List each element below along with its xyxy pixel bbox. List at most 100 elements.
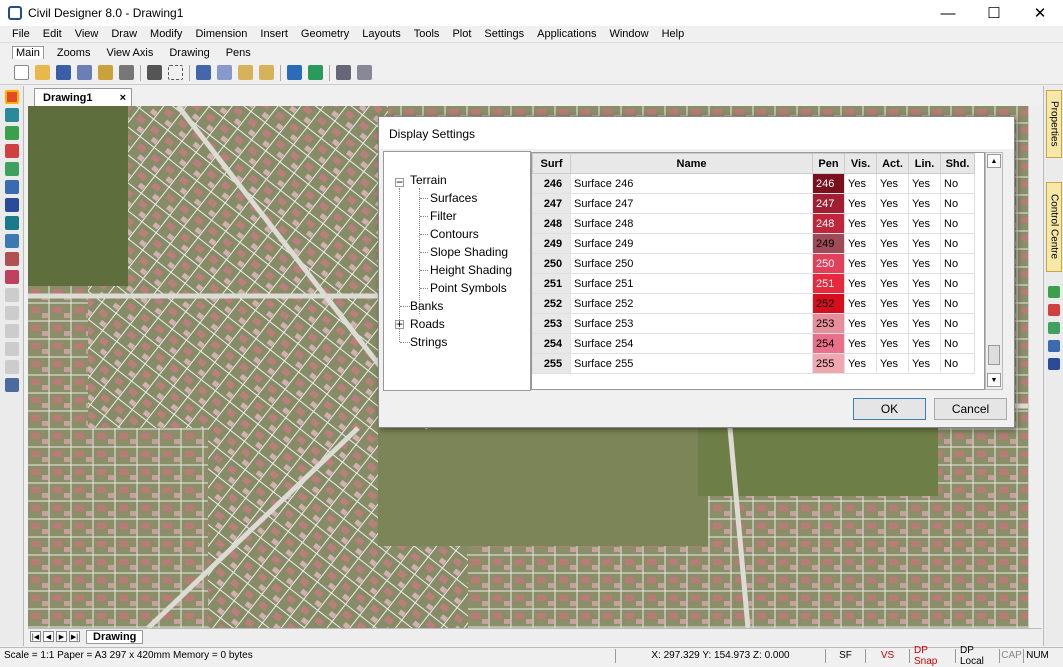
tree-item-point-symbols[interactable]: Point Symbols (430, 281, 507, 295)
open-folder-icon[interactable] (35, 65, 50, 80)
cell-shd[interactable]: No (940, 233, 975, 254)
triangle-green-icon[interactable] (1048, 322, 1060, 334)
cell-name[interactable]: Surface 250 (570, 253, 813, 274)
minimize-button[interactable]: — (925, 0, 971, 26)
cell-lin[interactable]: Yes (908, 233, 941, 254)
save-icon[interactable] (56, 65, 71, 80)
drawing-vertical-scrollbar[interactable] (1028, 106, 1042, 628)
cell-lin[interactable]: Yes (908, 193, 941, 214)
cell-vis[interactable]: Yes (844, 193, 877, 214)
ok-button[interactable]: OK (853, 398, 926, 420)
cell-name[interactable]: Surface 252 (570, 293, 813, 314)
select-icon[interactable] (168, 65, 183, 80)
cell-lin[interactable]: Yes (908, 273, 941, 294)
close-button[interactable]: ✕ (1017, 0, 1063, 26)
cell-lin[interactable]: Yes (908, 333, 941, 354)
cell-shd[interactable]: No (940, 273, 975, 294)
cell-lin[interactable]: Yes (908, 213, 941, 234)
layers-icon[interactable] (336, 65, 351, 80)
table-row[interactable]: 246 Surface 246 246 Yes Yes Yes No (532, 173, 975, 194)
cell-vis[interactable]: Yes (844, 273, 877, 294)
first-sheet-button[interactable]: |◀ (30, 631, 41, 642)
sheet-tab-drawing[interactable]: Drawing (86, 629, 144, 644)
maximize-button[interactable]: ☐ (971, 0, 1017, 26)
column-header-act[interactable]: Act. (876, 153, 909, 174)
cell-shd[interactable]: No (940, 313, 975, 334)
cell-name[interactable]: Surface 248 (570, 213, 813, 234)
cut-icon[interactable] (196, 65, 211, 80)
table-row[interactable]: 252 Surface 252 252 Yes Yes Yes No (532, 293, 975, 314)
cancel-button[interactable]: Cancel (934, 398, 1007, 420)
tree-item-slope-shading[interactable]: Slope Shading (430, 245, 508, 259)
cell-lin[interactable]: Yes (908, 313, 941, 334)
tree-item-strings[interactable]: Strings (410, 335, 447, 349)
red-triangle-icon[interactable] (5, 90, 19, 104)
copy-icon[interactable] (217, 65, 232, 80)
cell-vis[interactable]: Yes (844, 213, 877, 234)
menu-dimension[interactable]: Dimension (195, 28, 247, 40)
save-dwg-icon[interactable] (77, 65, 92, 80)
cell-pen[interactable]: 252 (812, 293, 845, 314)
cell-act[interactable]: Yes (876, 253, 909, 274)
redo-icon[interactable] (308, 65, 323, 80)
menu-help[interactable]: Help (662, 28, 685, 40)
status-vs[interactable]: VS (865, 648, 909, 663)
cell-vis[interactable]: Yes (844, 293, 877, 314)
cell-pen[interactable]: 253 (812, 313, 845, 334)
tree-item-height-shading[interactable]: Height Shading (430, 263, 512, 277)
triangle-green-icon[interactable] (5, 162, 19, 176)
cell-pen[interactable]: 251 (812, 273, 845, 294)
roads-icon[interactable] (5, 144, 19, 158)
cell-vis[interactable]: Yes (844, 313, 877, 334)
status-dp-snap[interactable]: DP Snap (909, 645, 955, 667)
paste-icon[interactable] (238, 65, 253, 80)
surface-icon[interactable] (5, 126, 19, 140)
cell-act[interactable]: Yes (876, 213, 909, 234)
cell-vis[interactable]: Yes (844, 333, 877, 354)
edit-icon[interactable] (5, 252, 19, 266)
document-tab[interactable]: Drawing1 × (34, 88, 132, 106)
cell-lin[interactable]: Yes (908, 253, 941, 274)
roads-icon[interactable] (1048, 304, 1060, 316)
tree-item-filter[interactable]: Filter (430, 209, 457, 223)
cell-lin[interactable]: Yes (908, 293, 941, 314)
cell-act[interactable]: Yes (876, 313, 909, 334)
menu-view[interactable]: View (75, 28, 99, 40)
tree-item-banks[interactable]: Banks (410, 299, 443, 313)
table-row[interactable]: 254 Surface 254 254 Yes Yes Yes No (532, 333, 975, 354)
expand-collapse-icon[interactable]: + (395, 318, 404, 330)
menu-settings[interactable]: Settings (484, 28, 524, 40)
cell-shd[interactable]: No (940, 173, 975, 194)
cell-pen[interactable]: 248 (812, 213, 845, 234)
menu-modify[interactable]: Modify (150, 28, 182, 40)
print-preview-icon[interactable] (98, 65, 113, 80)
menu-layouts[interactable]: Layouts (362, 28, 401, 40)
column-header-vis[interactable]: Vis. (844, 153, 877, 174)
column-header-lin[interactable]: Lin. (908, 153, 941, 174)
grid-vertical-scrollbar[interactable]: ▲ ▼ (985, 152, 1003, 390)
cell-name[interactable]: Surface 247 (570, 193, 813, 214)
cell-shd[interactable]: No (940, 353, 975, 374)
menu-geometry[interactable]: Geometry (301, 28, 349, 40)
cell-act[interactable]: Yes (876, 193, 909, 214)
status-dp-local[interactable]: DP Local (955, 645, 999, 667)
column-header-pen[interactable]: Pen (812, 153, 845, 174)
globe-icon[interactable] (5, 216, 19, 230)
tab-main[interactable]: Main (12, 46, 44, 59)
terrain-icon[interactable] (5, 108, 19, 122)
cell-act[interactable]: Yes (876, 173, 909, 194)
monitor-icon[interactable] (5, 378, 19, 392)
cell-name[interactable]: Surface 249 (570, 233, 813, 254)
table-row[interactable]: 253 Surface 253 253 Yes Yes Yes No (532, 313, 975, 334)
menu-draw[interactable]: Draw (111, 28, 137, 40)
column-header-shd[interactable]: Shd. (940, 153, 975, 174)
cell-lin[interactable]: Yes (908, 173, 941, 194)
tree-item-surfaces[interactable]: Surfaces (430, 191, 477, 205)
menu-edit[interactable]: Edit (43, 28, 62, 40)
cell-shd[interactable]: No (940, 213, 975, 234)
last-sheet-button[interactable]: ▶| (69, 631, 80, 642)
tree-item-roads[interactable]: Roads (410, 317, 445, 331)
control-centre-tab[interactable]: Control Centre (1046, 182, 1062, 272)
menu-insert[interactable]: Insert (260, 28, 288, 40)
triangle-blue-icon[interactable] (5, 180, 19, 194)
